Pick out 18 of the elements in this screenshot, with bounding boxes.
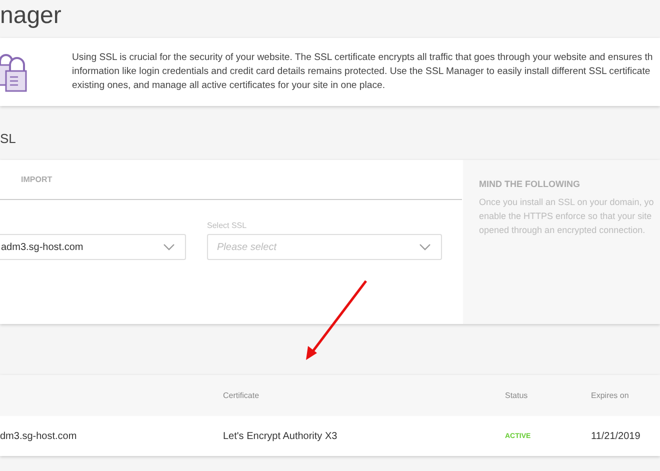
notice-title: MIND THE FOLLOWING xyxy=(479,178,581,191)
table-cell-text: 11/21/2019 xyxy=(591,430,640,444)
select-field[interactable]: adm3.sg-host.com xyxy=(0,234,186,260)
select-field[interactable]: Please select xyxy=(207,234,442,260)
notice-text: Once you install an SSL on your domain, yo enable the HTTPS enforce so that your site opened through an encrypted connection. xyxy=(479,196,655,236)
column-header: Expires on xyxy=(591,390,629,402)
table-cell-text: dm3.sg-host.com xyxy=(0,430,78,444)
section-title: SL xyxy=(0,130,17,148)
chevron-down-icon xyxy=(419,243,431,251)
tab[interactable]: IMPORT xyxy=(21,174,52,186)
info-text: Using SSL is crucial for the security of your website. The SSL certificate encrypts all traffic that goes through your website and ensures th information like login credentials and credit card details remains protected. Use the SSL Manager to easily install different SSL certificate existing ones, and manage all active certificates for your site in one place. xyxy=(72,51,653,93)
chevron-down-icon xyxy=(163,243,175,251)
table-cell-text: Let's Encrypt Authority X3 xyxy=(223,430,338,444)
column-header: Status xyxy=(505,390,529,402)
page-title: nager xyxy=(0,1,62,31)
column-header: Certificate xyxy=(223,390,260,402)
field-label: Select SSL xyxy=(207,220,248,232)
padlocks-icon xyxy=(0,51,28,93)
